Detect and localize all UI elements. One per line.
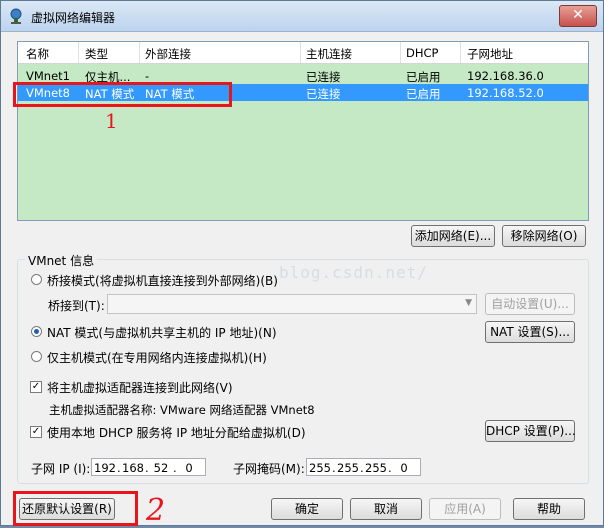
cancel-button[interactable]: 取消 <box>350 498 422 520</box>
column-host[interactable]: 主机连接 <box>306 46 352 62</box>
subnet-ip-octet-3: 52 <box>153 461 169 475</box>
watermark: blog.csdn.net/ <box>279 263 428 282</box>
nat-settings-button[interactable]: NAT 设置(S)... <box>485 321 575 343</box>
chevron-down-icon: ▼ <box>465 298 472 308</box>
bridged-mode-radio[interactable] <box>31 274 42 285</box>
virtual-network-editor-window: 虚拟网络编辑器 ✕ 名称 类型 外部连接 主机连接 DHCP 子网地址 VMne… <box>0 0 604 528</box>
column-separator <box>460 42 461 63</box>
column-subnet[interactable]: 子网地址 <box>467 46 513 62</box>
subnet-ip-input[interactable]: 192 . 168 . 52 . 0 <box>91 458 206 476</box>
ip-dot: . <box>332 461 336 475</box>
subnet-mask-label: 子网掩码(M): <box>233 462 305 476</box>
subnet-ip-label: 子网 IP (I): <box>31 462 91 476</box>
annotation-box-vmnet8 <box>13 82 232 107</box>
ip-dot: . <box>360 461 364 475</box>
ip-dot: . <box>117 461 121 475</box>
row-dhcp: 已启用 <box>406 70 441 84</box>
column-external[interactable]: 外部连接 <box>145 46 191 62</box>
row-host: 已连接 <box>306 70 341 84</box>
dhcp-settings-button[interactable]: DHCP 设置(P)... <box>485 420 576 442</box>
subnet-mask-octet-1: 255 <box>309 461 331 475</box>
column-dhcp[interactable]: DHCP <box>406 46 438 60</box>
ok-button[interactable]: 确定 <box>271 498 343 520</box>
nat-mode-label[interactable]: NAT 模式(与虚拟机共享主机的 IP 地址)(N) <box>47 324 277 341</box>
column-separator <box>78 42 79 63</box>
row-dhcp: 已启用 <box>406 87 441 101</box>
auto-settings-button[interactable]: 自动设置(U)... <box>485 293 575 315</box>
annotation-mark-2: 2 <box>146 493 166 528</box>
use-dhcp-label[interactable]: 使用本地 DHCP 服务将 IP 地址分配给虚拟机(D) <box>47 424 306 441</box>
remove-network-button[interactable]: 移除网络(O) <box>502 225 586 247</box>
connect-adapter-checkbox[interactable]: ✓ <box>30 381 42 393</box>
title-bar: 虚拟网络编辑器 ✕ <box>1 1 603 32</box>
bridged-to-select[interactable]: ▼ <box>107 294 477 314</box>
ip-dot: . <box>388 461 392 475</box>
vmnet-info-title: VMnet 信息 <box>25 252 98 269</box>
network-list[interactable]: 名称 类型 外部连接 主机连接 DHCP 子网地址 VMnet1 仅主机... … <box>17 41 589 221</box>
bridged-mode-label[interactable]: 桥接模式(将虚拟机直接连接到外部网络)(B) <box>47 272 278 289</box>
close-icon: ✕ <box>572 7 584 23</box>
subnet-mask-octet-4: 0 <box>400 461 408 475</box>
network-app-icon <box>10 8 22 24</box>
subnet-ip-octet-1: 192 <box>94 461 116 475</box>
close-button[interactable]: ✕ <box>559 5 597 27</box>
ip-dot: . <box>145 461 149 475</box>
row-subnet: 192.168.36.0 <box>467 69 544 83</box>
nat-mode-radio[interactable] <box>31 326 42 337</box>
network-list-header: 名称 类型 外部连接 主机连接 DHCP 子网地址 <box>18 42 588 64</box>
host-only-mode-label[interactable]: 仅主机模式(在专用网络内连接虚拟机)(H) <box>47 349 267 366</box>
column-separator <box>400 42 401 63</box>
row-subnet: 192.168.52.0 <box>467 86 544 100</box>
subnet-ip-octet-4: 0 <box>185 461 193 475</box>
connect-adapter-label[interactable]: 将主机虚拟适配器连接到此网络(V) <box>47 379 233 396</box>
column-separator <box>139 42 140 63</box>
ip-dot: . <box>173 461 177 475</box>
row-name: VMnet1 <box>26 69 70 83</box>
row-external: - <box>145 69 150 83</box>
add-network-button[interactable]: 添加网络(E)... <box>411 225 495 247</box>
window-title: 虚拟网络编辑器 <box>31 11 116 25</box>
subnet-mask-input[interactable]: 255 . 255 . 255 . 0 <box>306 458 421 476</box>
subnet-mask-octet-2: 255 <box>337 461 359 475</box>
help-button[interactable]: 帮助 <box>513 498 585 520</box>
column-type[interactable]: 类型 <box>85 46 108 62</box>
apply-button[interactable]: 应用(A) <box>429 498 501 520</box>
column-name[interactable]: 名称 <box>26 46 49 62</box>
row-host: 已连接 <box>306 87 341 101</box>
column-separator <box>300 42 301 63</box>
adapter-name-text: 主机虚拟适配器名称: VMware 网络适配器 VMnet8 <box>49 403 315 417</box>
use-dhcp-checkbox[interactable]: ✓ <box>30 426 42 438</box>
bridged-to-label: 桥接到(T): <box>48 299 105 313</box>
subnet-ip-octet-2: 168 <box>122 461 144 475</box>
annotation-mark-1: 1 <box>105 109 118 133</box>
host-only-mode-radio[interactable] <box>31 351 42 362</box>
annotation-box-restore <box>13 491 138 526</box>
subnet-mask-octet-3: 255 <box>365 461 387 475</box>
